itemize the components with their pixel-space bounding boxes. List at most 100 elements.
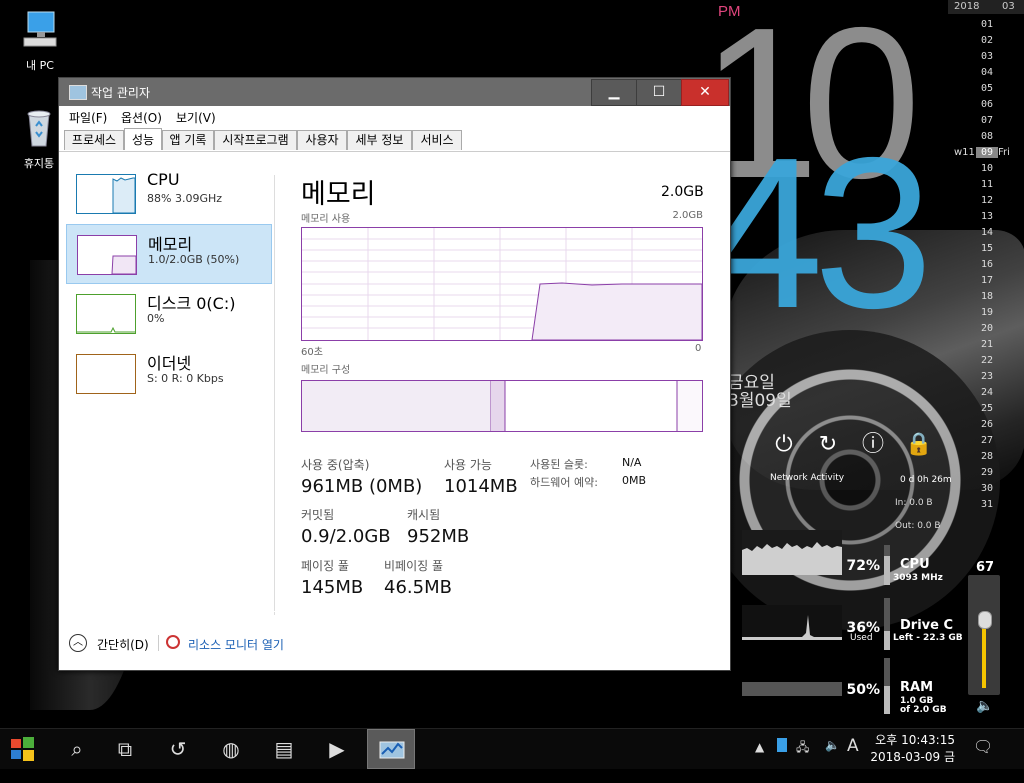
- task-manager-icon: [379, 741, 405, 759]
- perf-item-name: 디스크 0(C:): [147, 294, 236, 313]
- calendar-day: 22: [980, 355, 994, 366]
- maximize-button[interactable]: ☐: [636, 79, 682, 106]
- perf-item-cpu[interactable]: CPU 88% 3.09GHz: [66, 164, 270, 222]
- tab-details[interactable]: 세부 정보: [347, 130, 412, 150]
- lock-icon[interactable]: 🔒: [905, 432, 932, 458]
- computer-icon: [23, 11, 57, 47]
- notification-icon[interactable]: 🗨: [973, 737, 993, 756]
- file-explorer-icon[interactable]: ▤: [261, 729, 307, 769]
- restart-icon[interactable]: ↻: [815, 432, 841, 458]
- calendar-day: 15: [980, 243, 994, 254]
- desktop-icon-label: 내 PC: [26, 59, 54, 72]
- tab-startup[interactable]: 시작프로그램: [214, 130, 297, 150]
- minimize-button[interactable]: ▁: [591, 79, 637, 106]
- volume-icon[interactable]: 🔈: [825, 738, 840, 752]
- calendar-day: 27: [980, 435, 994, 446]
- cached-label: 캐시됨: [407, 508, 441, 522]
- calendar-day: 23: [980, 371, 994, 382]
- task-manager-window: 작업 관리자 ▁ ☐ ✕ 파일(F) 옵션(O) 보기(V) 프로세스 성능 앱…: [58, 77, 731, 671]
- calendar-day: 18: [980, 291, 994, 302]
- memory-usage-chart: [302, 228, 703, 341]
- footer-divider: [158, 635, 159, 651]
- in-use-value: 961MB (0MB): [301, 476, 423, 497]
- logoff-icon[interactable]: ⓘ: [860, 432, 886, 458]
- search-icon[interactable]: ⌕: [54, 729, 100, 769]
- memory-composition-chart: [302, 381, 702, 431]
- menu-file[interactable]: 파일(F): [69, 109, 107, 126]
- calendar-month: 03: [1002, 1, 1015, 12]
- start-button[interactable]: [2, 729, 48, 769]
- ram-total: of 2.0 GB: [900, 705, 947, 715]
- drive-bar: [884, 598, 890, 650]
- ram-bar: [884, 658, 890, 714]
- calendar-day: 25: [980, 403, 994, 414]
- calendar-day: 31: [980, 499, 994, 510]
- memory-usage-label: 메모리 사용: [301, 214, 351, 225]
- drive-label: Drive C: [900, 618, 954, 633]
- clock-date: 3월09일: [728, 391, 792, 411]
- desktop-icon-my-pc[interactable]: 내 PC: [10, 10, 70, 73]
- cpu-thumbnail-graph: [112, 177, 135, 213]
- chevron-up-icon: ︿: [69, 634, 87, 652]
- menu-options[interactable]: 옵션(O): [121, 109, 162, 126]
- paged-pool-label: 페이징 풀: [301, 559, 349, 573]
- available-label: 사용 가능: [444, 458, 492, 472]
- calendar-day: 21: [980, 339, 994, 350]
- tab-services[interactable]: 서비스: [412, 130, 462, 150]
- tray-overflow-icon[interactable]: ▲: [755, 740, 764, 754]
- tray-app-icon[interactable]: [777, 738, 787, 752]
- slots-value: N/A: [622, 456, 642, 469]
- speaker-icon[interactable]: 🔈: [976, 698, 993, 714]
- graph-axis-right: 0: [695, 343, 702, 354]
- calendar-day: 29: [980, 467, 994, 478]
- task-view-icon[interactable]: ⧉: [102, 729, 148, 769]
- tab-performance[interactable]: 성능: [124, 128, 162, 150]
- perf-item-name: CPU: [147, 170, 180, 189]
- tray-clock-date[interactable]: 2018-03-09 금: [870, 748, 955, 765]
- footer-separator: [59, 611, 730, 612]
- tray-ampm: 오후: [875, 733, 898, 747]
- drive-graph: [742, 605, 842, 640]
- calendar-day: 12: [980, 195, 994, 206]
- resource-monitor-label: 리소스 모니터 열기: [188, 638, 284, 652]
- shutdown-icon[interactable]: ⏻: [771, 432, 797, 458]
- perf-item-disk[interactable]: 디스크 0(C:) 0%: [66, 284, 270, 342]
- calendar-day: 04: [980, 67, 994, 78]
- tray-clock-time[interactable]: 오후 10:43:15: [870, 731, 955, 748]
- memory-thumbnail: [77, 235, 137, 275]
- cpu-label: CPU: [900, 557, 930, 572]
- network-icon[interactable]: 🖧: [796, 738, 809, 759]
- calendar-day: 06: [980, 99, 994, 110]
- volume-slider-handle[interactable]: [978, 611, 992, 629]
- ime-indicator[interactable]: A: [847, 736, 859, 756]
- committed-label: 커밋됨: [301, 508, 335, 522]
- close-button[interactable]: ✕: [681, 79, 729, 106]
- tab-app-history[interactable]: 앱 기록: [162, 130, 214, 150]
- media-player-icon[interactable]: ▶: [314, 729, 360, 769]
- disk-thumbnail: [76, 294, 136, 334]
- menu-view[interactable]: 보기(V): [176, 109, 216, 126]
- perf-item-memory[interactable]: 메모리 1.0/2.0GB (50%): [66, 224, 272, 284]
- perf-item-ethernet[interactable]: 이더넷 S: 0 R: 0 Kbps: [66, 344, 270, 402]
- backup-icon[interactable]: ↺: [155, 729, 201, 769]
- calendar-day: 11: [980, 179, 994, 190]
- committed-value: 0.9/2.0GB: [301, 526, 391, 547]
- perf-item-value: 0%: [147, 312, 165, 325]
- perf-item-value: 88% 3.09GHz: [147, 192, 223, 205]
- nonpaged-pool-label: 비페이징 풀: [384, 559, 444, 573]
- volume-level: [982, 620, 986, 688]
- calendar-day: 02: [980, 35, 994, 46]
- tab-users[interactable]: 사용자: [297, 130, 347, 150]
- cpu-freq: 3093 MHz: [893, 573, 943, 583]
- calendar-day: 13: [980, 211, 994, 222]
- calendar-day: 05: [980, 83, 994, 94]
- task-manager-taskbar-button[interactable]: [367, 729, 415, 769]
- tab-processes[interactable]: 프로세스: [64, 130, 124, 150]
- calendar-day: 01: [980, 19, 994, 30]
- globe-icon[interactable]: ◍: [208, 729, 254, 769]
- memory-total: 2.0GB: [661, 184, 704, 200]
- title-bar[interactable]: 작업 관리자 ▁ ☐ ✕: [59, 78, 730, 106]
- tray-time: 10:43:15: [901, 733, 955, 747]
- memory-composition-bar: [301, 380, 703, 432]
- memory-title: 메모리: [301, 179, 376, 210]
